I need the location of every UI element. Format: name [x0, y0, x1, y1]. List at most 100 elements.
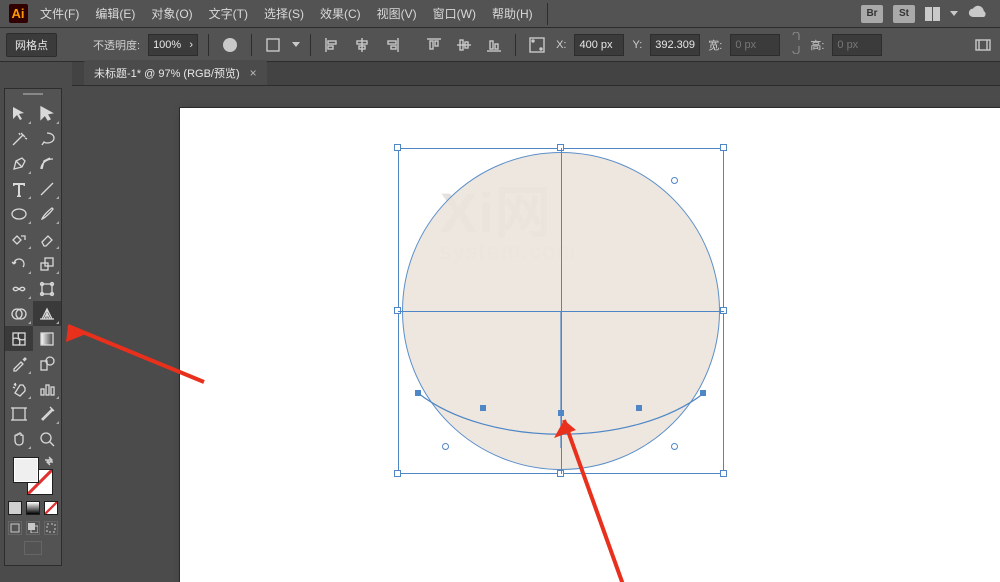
w-value: 0 px	[735, 39, 756, 51]
shaper-tool[interactable]	[5, 226, 33, 251]
menu-view[interactable]: 视图(V)	[369, 0, 425, 28]
x-value: 400 px	[579, 39, 612, 51]
recolor-icon[interactable]	[219, 34, 241, 56]
color-mode-row	[8, 501, 58, 515]
options-bar: 网格点 不透明度: 100%› X: 400 px Y: 392.309 宽: …	[0, 28, 1000, 62]
free-transform-tool[interactable]	[33, 276, 61, 301]
selection-tool[interactable]	[5, 101, 33, 126]
y-input[interactable]: 392.309	[650, 34, 700, 56]
x-label: X:	[556, 39, 566, 51]
opacity-value: 100%	[153, 39, 181, 51]
app-logo-text: Ai	[9, 4, 28, 23]
draw-normal-icon[interactable]	[8, 521, 22, 535]
h-input[interactable]: 0 px	[832, 34, 882, 56]
menu-file[interactable]: 文件(F)	[32, 0, 87, 28]
fill-stroke-swatch[interactable]	[13, 457, 53, 495]
document-tab-bar: 未标题-1* @ 97% (RGB/预览) ×	[72, 62, 1000, 86]
width-tool[interactable]	[5, 276, 33, 301]
paintbrush-tool[interactable]	[33, 201, 61, 226]
screen-mode-icon[interactable]	[24, 541, 42, 555]
w-label: 宽:	[708, 37, 722, 53]
rotate-widget[interactable]	[442, 443, 449, 450]
menu-type[interactable]: 文字(T)	[201, 0, 256, 28]
scale-tool[interactable]	[33, 251, 61, 276]
tools-panel	[4, 88, 62, 566]
anchor-point[interactable]	[700, 390, 706, 396]
perspective-grid-tool[interactable]	[33, 301, 61, 326]
w-input[interactable]: 0 px	[730, 34, 780, 56]
y-label: Y:	[632, 39, 642, 51]
h-label: 高:	[810, 37, 824, 53]
more-options-icon[interactable]	[972, 34, 994, 56]
curvature-tool[interactable]	[33, 151, 61, 176]
canvas-area[interactable]: Xi网 system.com	[72, 86, 1000, 582]
anchor-point[interactable]	[415, 390, 421, 396]
sync-icon[interactable]	[968, 5, 988, 22]
opacity-input[interactable]: 100%›	[148, 34, 198, 56]
swap-fill-stroke-icon[interactable]	[43, 455, 55, 470]
direct-selection-tool[interactable]	[33, 101, 61, 126]
opacity-label: 不透明度:	[93, 37, 140, 53]
artboard-tool[interactable]	[5, 401, 33, 426]
fill-swatch[interactable]	[13, 457, 39, 483]
color-mode-solid[interactable]	[8, 501, 22, 515]
document-tab[interactable]: 未标题-1* @ 97% (RGB/预览) ×	[84, 60, 267, 85]
align-top-icon[interactable]	[423, 34, 445, 56]
link-wh-icon[interactable]	[788, 32, 802, 57]
shape-builder-tool[interactable]	[5, 301, 33, 326]
app-logo: Ai	[4, 0, 32, 28]
transform-panel-icon[interactable]	[526, 34, 548, 56]
column-graph-tool[interactable]	[33, 376, 61, 401]
menu-bar: Ai 文件(F) 编辑(E) 对象(O) 文字(T) 选择(S) 效果(C) 视…	[0, 0, 1000, 28]
zoom-tool[interactable]	[33, 426, 61, 451]
color-mode-gradient[interactable]	[26, 501, 40, 515]
x-input[interactable]: 400 px	[574, 34, 624, 56]
anchor-point[interactable]	[636, 405, 642, 411]
y-value: 392.309	[655, 39, 695, 51]
magic-wand-tool[interactable]	[5, 126, 33, 151]
menu-effect[interactable]: 效果(C)	[312, 0, 369, 28]
eraser-tool[interactable]	[33, 226, 61, 251]
rotate-widget[interactable]	[671, 443, 678, 450]
ellipse-tool[interactable]	[5, 201, 33, 226]
draw-inside-icon[interactable]	[44, 521, 58, 535]
transform-menu-icon[interactable]	[262, 34, 284, 56]
line-tool[interactable]	[33, 176, 61, 201]
draw-behind-icon[interactable]	[26, 521, 40, 535]
lasso-tool[interactable]	[33, 126, 61, 151]
hand-tool[interactable]	[5, 426, 33, 451]
align-bottom-icon[interactable]	[483, 34, 505, 56]
selection-type-tag[interactable]: 网格点	[6, 33, 57, 57]
align-hcenter-icon[interactable]	[351, 34, 373, 56]
align-vcenter-icon[interactable]	[453, 34, 475, 56]
gradient-tool[interactable]	[33, 326, 61, 351]
mesh-tool[interactable]	[5, 326, 33, 351]
rotate-widget[interactable]	[671, 177, 678, 184]
workspace-dropdown-icon[interactable]	[950, 11, 958, 16]
rotate-tool[interactable]	[5, 251, 33, 276]
align-right-icon[interactable]	[381, 34, 403, 56]
menu-window[interactable]: 窗口(W)	[425, 0, 484, 28]
bridge-button[interactable]: Br	[861, 5, 883, 23]
type-tool[interactable]	[5, 176, 33, 201]
dropdown-icon[interactable]	[292, 42, 300, 47]
anchor-point[interactable]	[480, 405, 486, 411]
symbol-sprayer-tool[interactable]	[5, 376, 33, 401]
artboard[interactable]: Xi网 system.com	[180, 108, 1000, 582]
slice-tool[interactable]	[33, 401, 61, 426]
arrange-documents-icon[interactable]	[925, 7, 940, 21]
menu-help[interactable]: 帮助(H)	[484, 0, 541, 28]
tools-panel-grip[interactable]	[5, 93, 61, 101]
align-left-icon[interactable]	[321, 34, 343, 56]
menu-select[interactable]: 选择(S)	[256, 0, 312, 28]
anchor-point-selected[interactable]	[558, 410, 564, 416]
stock-button[interactable]: St	[893, 5, 915, 23]
menu-object[interactable]: 对象(O)	[143, 0, 200, 28]
close-tab-icon[interactable]: ×	[250, 66, 257, 80]
blend-tool[interactable]	[33, 351, 61, 376]
draw-mode-row	[8, 521, 58, 535]
eyedropper-tool[interactable]	[5, 351, 33, 376]
pen-tool[interactable]	[5, 151, 33, 176]
menu-edit[interactable]: 编辑(E)	[87, 0, 143, 28]
color-mode-none[interactable]	[44, 501, 58, 515]
